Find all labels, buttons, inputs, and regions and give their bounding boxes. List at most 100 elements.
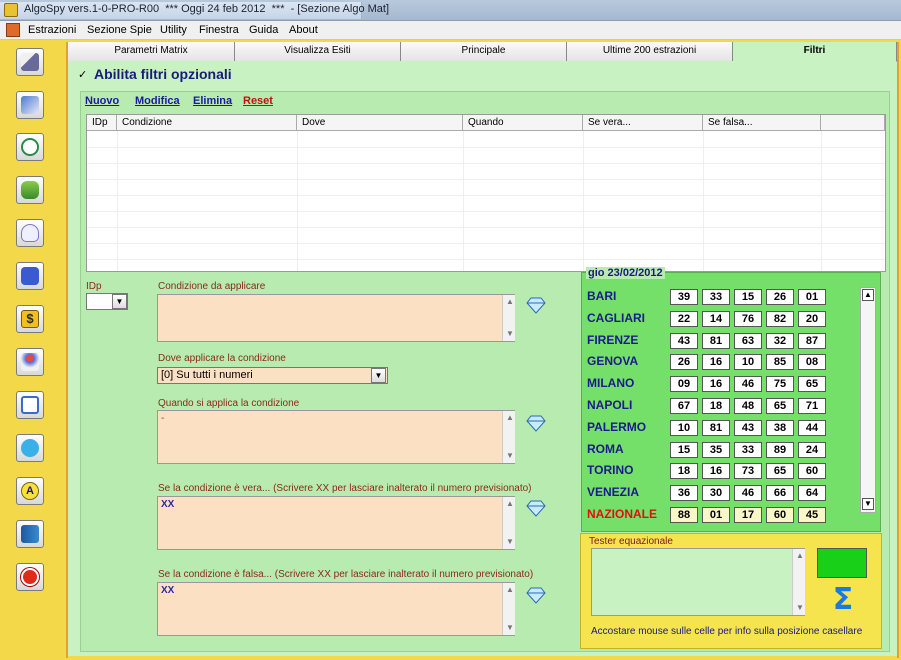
idp-select[interactable]: ▼ bbox=[86, 293, 128, 310]
estratto-cell[interactable]: 81 bbox=[702, 419, 730, 436]
menu-estrazioni[interactable]: Estrazioni bbox=[28, 24, 76, 36]
estratto-cell[interactable]: 65 bbox=[798, 376, 826, 393]
estratto-cell[interactable]: 35 bbox=[702, 441, 730, 458]
power-button[interactable] bbox=[16, 563, 44, 591]
quando-scrollbar[interactable]: ▲ ▼ bbox=[502, 411, 515, 463]
pyramid-button[interactable] bbox=[16, 348, 44, 376]
estratto-cell[interactable]: 65 bbox=[766, 398, 794, 414]
estratto-cell[interactable]: 46 bbox=[734, 376, 762, 393]
estratto-cell[interactable]: 45 bbox=[798, 507, 826, 523]
tab-principale[interactable]: Principale bbox=[401, 42, 567, 61]
scroll-up-icon[interactable]: ▲ bbox=[862, 289, 874, 301]
estratto-cell[interactable]: 26 bbox=[766, 289, 794, 305]
estratto-cell[interactable]: 16 bbox=[702, 376, 730, 393]
estratto-cell[interactable]: 10 bbox=[670, 419, 698, 436]
grid-button[interactable] bbox=[16, 391, 44, 419]
menu-guida[interactable]: Guida bbox=[249, 24, 278, 36]
filters-table[interactable]: IDp Condizione Dove Quando Se vera... Se… bbox=[86, 114, 886, 272]
vera-scrollbar[interactable]: ▲ ▼ bbox=[502, 497, 515, 549]
condizione-scrollbar[interactable]: ▲ ▼ bbox=[502, 295, 515, 341]
chevron-down-icon[interactable]: ▼ bbox=[112, 294, 127, 309]
estratto-cell[interactable]: 60 bbox=[798, 463, 826, 480]
elimina-link[interactable]: Elimina bbox=[193, 95, 232, 107]
falsa-scrollbar[interactable]: ▲ ▼ bbox=[502, 583, 515, 635]
dollar-button[interactable]: $ bbox=[16, 305, 44, 333]
lightbulb-button[interactable] bbox=[16, 219, 44, 247]
estratto-cell[interactable]: 89 bbox=[766, 441, 794, 458]
pencil-button[interactable] bbox=[16, 48, 44, 76]
estratto-cell[interactable]: 20 bbox=[798, 310, 826, 327]
estratto-cell[interactable]: 82 bbox=[766, 310, 794, 327]
estratto-cell[interactable]: 88 bbox=[670, 507, 698, 523]
estratto-cell[interactable]: 22 bbox=[670, 310, 698, 327]
quando-textarea[interactable]: - bbox=[157, 410, 515, 464]
scroll-down-icon[interactable]: ▼ bbox=[862, 498, 874, 510]
estratto-cell[interactable]: 01 bbox=[702, 507, 730, 523]
eraser-button[interactable] bbox=[16, 91, 44, 119]
estratto-cell[interactable]: 43 bbox=[734, 419, 762, 436]
estratto-cell[interactable]: 17 bbox=[734, 507, 762, 523]
estratto-cell[interactable]: 36 bbox=[670, 485, 698, 502]
menu-utility[interactable]: Utility bbox=[160, 24, 187, 36]
diamond-icon[interactable] bbox=[526, 499, 546, 517]
estratto-cell[interactable]: 76 bbox=[734, 310, 762, 327]
col-header-se-falsa[interactable]: Se falsa... bbox=[703, 115, 821, 131]
estratto-cell[interactable]: 44 bbox=[798, 419, 826, 436]
estratto-cell[interactable]: 33 bbox=[702, 289, 730, 305]
falsa-textarea[interactable]: XX bbox=[157, 582, 515, 636]
estratto-cell[interactable]: 66 bbox=[766, 485, 794, 502]
tab-parametri-matrix[interactable]: Parametri Matrix bbox=[68, 42, 235, 61]
sigma-icon[interactable]: Σ bbox=[825, 584, 861, 618]
reset-link[interactable]: Reset bbox=[243, 95, 273, 107]
col-header-condizione[interactable]: Condizione bbox=[117, 115, 297, 131]
tab-ultime-200[interactable]: Ultime 200 estrazioni bbox=[567, 42, 733, 61]
estratto-cell[interactable]: 16 bbox=[702, 354, 730, 371]
estratto-cell[interactable]: 60 bbox=[766, 507, 794, 523]
modifica-link[interactable]: Modifica bbox=[135, 95, 180, 107]
hand-button[interactable] bbox=[16, 262, 44, 290]
estratto-cell[interactable]: 32 bbox=[766, 332, 794, 349]
vera-textarea[interactable]: XX bbox=[157, 496, 515, 550]
estratto-cell[interactable]: 16 bbox=[702, 463, 730, 480]
estratto-cell[interactable]: 64 bbox=[798, 485, 826, 502]
estratto-cell[interactable]: 39 bbox=[670, 289, 698, 305]
estratto-cell[interactable]: 10 bbox=[734, 354, 762, 371]
tab-filtri[interactable]: Filtri bbox=[733, 42, 897, 62]
estratto-cell[interactable]: 08 bbox=[798, 354, 826, 371]
chevron-down-icon[interactable]: ▼ bbox=[371, 368, 386, 383]
estratto-cell[interactable]: 67 bbox=[670, 398, 698, 414]
estratto-cell[interactable]: 81 bbox=[702, 332, 730, 349]
tester-scrollbar[interactable]: ▲ ▼ bbox=[792, 549, 805, 615]
tab-visualizza-esiti[interactable]: Visualizza Esiti bbox=[235, 42, 401, 61]
estratto-cell[interactable]: 65 bbox=[766, 463, 794, 480]
book-button[interactable] bbox=[16, 520, 44, 548]
compass-button[interactable] bbox=[16, 133, 44, 161]
estratto-cell[interactable]: 71 bbox=[798, 398, 826, 414]
tester-input[interactable] bbox=[591, 548, 805, 616]
estratto-cell[interactable]: 85 bbox=[766, 354, 794, 371]
estratto-cell[interactable]: 75 bbox=[766, 376, 794, 393]
col-header-quando[interactable]: Quando bbox=[463, 115, 583, 131]
estratto-cell[interactable]: 38 bbox=[766, 419, 794, 436]
bucket-button[interactable] bbox=[16, 434, 44, 462]
estratto-cell[interactable]: 33 bbox=[734, 441, 762, 458]
estratto-cell[interactable]: 63 bbox=[734, 332, 762, 349]
diamond-icon[interactable] bbox=[526, 296, 546, 314]
binoculars-button[interactable] bbox=[16, 176, 44, 204]
col-header-se-vera[interactable]: Se vera... bbox=[583, 115, 703, 131]
diamond-icon[interactable] bbox=[526, 414, 546, 432]
estratto-cell[interactable]: 30 bbox=[702, 485, 730, 502]
col-header-dove[interactable]: Dove bbox=[297, 115, 463, 131]
estratto-cell[interactable]: 48 bbox=[734, 398, 762, 414]
app-icon[interactable] bbox=[4, 3, 18, 17]
estratto-cell[interactable]: 18 bbox=[702, 398, 730, 414]
estratto-cell[interactable]: 15 bbox=[734, 289, 762, 305]
estratto-cell[interactable]: 26 bbox=[670, 354, 698, 371]
estratto-cell[interactable]: 46 bbox=[734, 485, 762, 502]
estratto-cell[interactable]: 73 bbox=[734, 463, 762, 480]
nuovo-link[interactable]: Nuovo bbox=[85, 95, 119, 107]
estratto-cell[interactable]: 24 bbox=[798, 441, 826, 458]
menu-sezione-spie[interactable]: Sezione Spie bbox=[87, 24, 152, 36]
estratto-cell[interactable]: 43 bbox=[670, 332, 698, 349]
estratto-cell[interactable]: 18 bbox=[670, 463, 698, 480]
